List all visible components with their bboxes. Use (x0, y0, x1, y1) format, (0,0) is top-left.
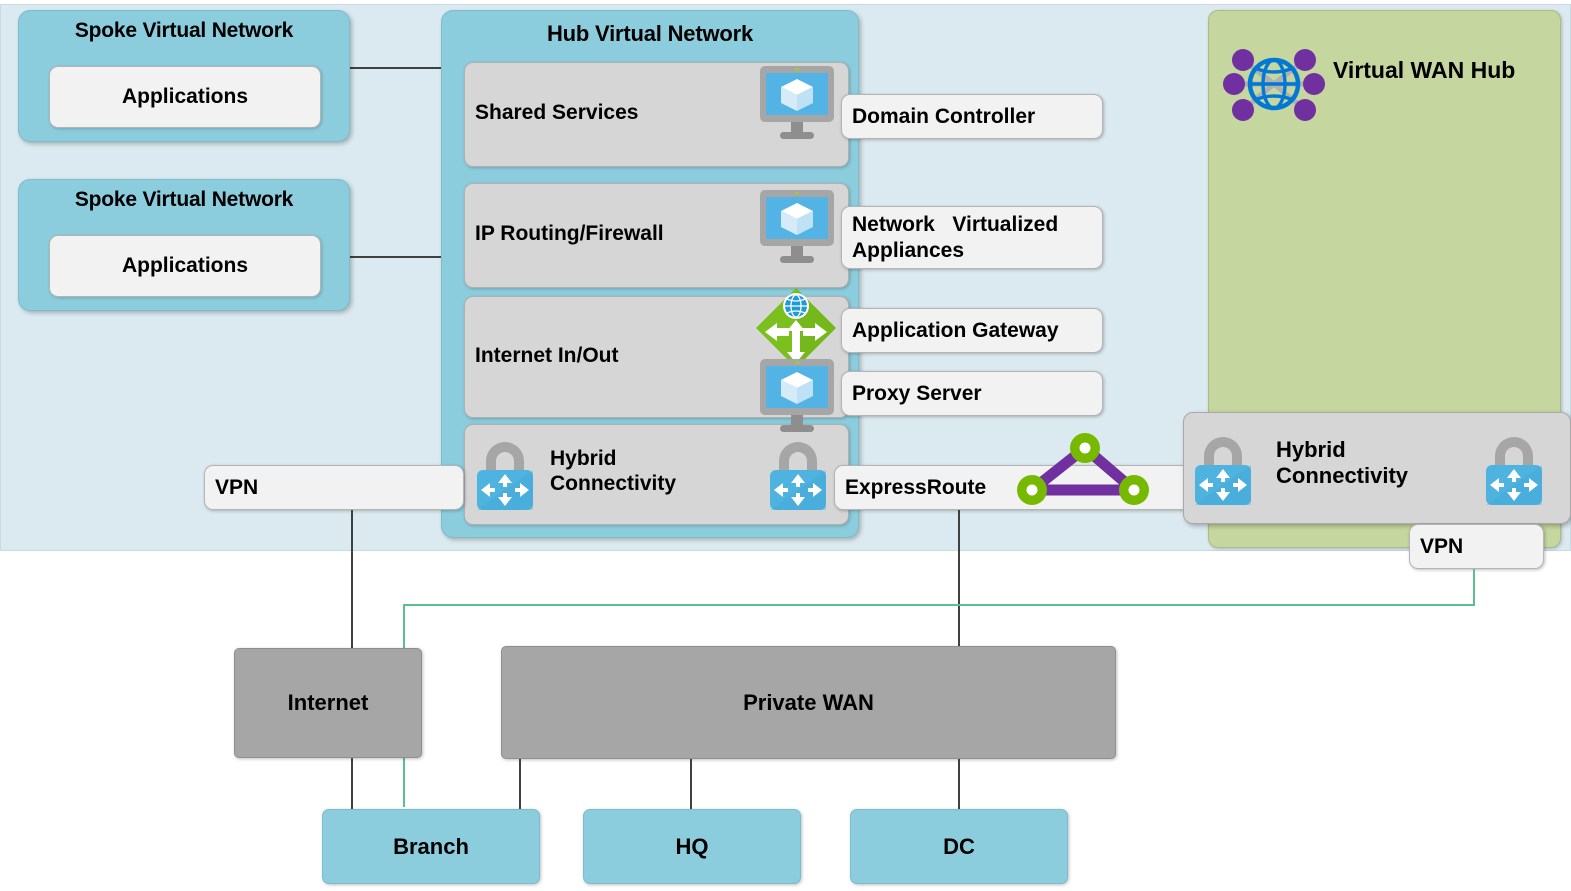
spoke-vnet-2-applications[interactable]: Applications (49, 235, 321, 297)
callout-application-gateway[interactable]: Application Gateway (841, 308, 1103, 353)
hub-row-shared-services-label: Shared Services (475, 101, 639, 124)
expressroute-icon (1012, 428, 1158, 510)
connector-spoke2-to-hub (350, 256, 448, 258)
site-dc[interactable]: DC (850, 809, 1068, 884)
virtual-machine-icon (758, 357, 836, 441)
virtual-machine-icon (758, 64, 836, 148)
spoke-vnet-1-applications[interactable]: Applications (49, 66, 321, 128)
connector-private-wan-to-hq (690, 759, 692, 810)
callout-vpn-right[interactable]: VPN (1409, 524, 1544, 569)
connector-private-wan-to-branch (519, 759, 521, 810)
spoke-vnet-1-title: Spoke Virtual Network (74, 19, 294, 42)
hub-vnet-title: Hub Virtual Network (546, 21, 754, 46)
callout-vpn-left[interactable]: VPN (204, 465, 464, 510)
hub-row-internet-in-out-label: Internet In/Out (475, 344, 619, 367)
hub-row-hybrid-connectivity-label: Hybrid Connectivity (550, 447, 677, 495)
callout-domain-controller[interactable]: Domain Controller (841, 94, 1103, 139)
wan-hybrid-connectivity-label: Hybrid Connectivity (1276, 437, 1409, 488)
site-hq[interactable]: HQ (583, 809, 801, 884)
virtual-wan-hub-icon (1220, 34, 1328, 134)
virtual-wan-hub-label: Virtual WAN Hub (1333, 57, 1516, 83)
vpn-gateway-lock-icon (765, 437, 831, 513)
connector-private-wan-to-dc (958, 759, 960, 810)
vpn-gateway-lock-icon (1481, 432, 1547, 508)
vpn-gateway-lock-icon (472, 437, 538, 513)
spoke-vnet-2[interactable]: Spoke Virtual Network Applications (18, 179, 350, 311)
site-branch[interactable]: Branch (322, 809, 540, 884)
connector-vpn-right-green-horizontal (403, 604, 1475, 606)
callout-expressroute-label: ExpressRoute (845, 475, 987, 499)
connector-vpn-right-green-vertical (1473, 569, 1475, 605)
spoke-vnet-2-title: Spoke Virtual Network (74, 188, 294, 211)
callout-network-virtualized-appliances[interactable]: Network Virtualized Appliances (841, 206, 1103, 269)
transport-internet[interactable]: Internet (234, 648, 422, 758)
virtual-machine-icon (758, 188, 836, 272)
connector-vpn-to-internet (351, 510, 353, 650)
connector-internet-to-branch (351, 758, 353, 810)
hub-row-ip-routing-firewall-label: IP Routing/Firewall (475, 222, 664, 245)
vpn-gateway-lock-icon (1190, 432, 1256, 508)
connector-spoke1-to-hub (350, 67, 448, 69)
network-diagram: Spoke Virtual Network Applications Spoke… (0, 0, 1571, 891)
callout-proxy-server[interactable]: Proxy Server (841, 371, 1103, 416)
spoke-vnet-1[interactable]: Spoke Virtual Network Applications (18, 10, 350, 142)
transport-private-wan[interactable]: Private WAN (501, 646, 1116, 759)
connector-expressroute-to-private-wan (958, 510, 960, 650)
